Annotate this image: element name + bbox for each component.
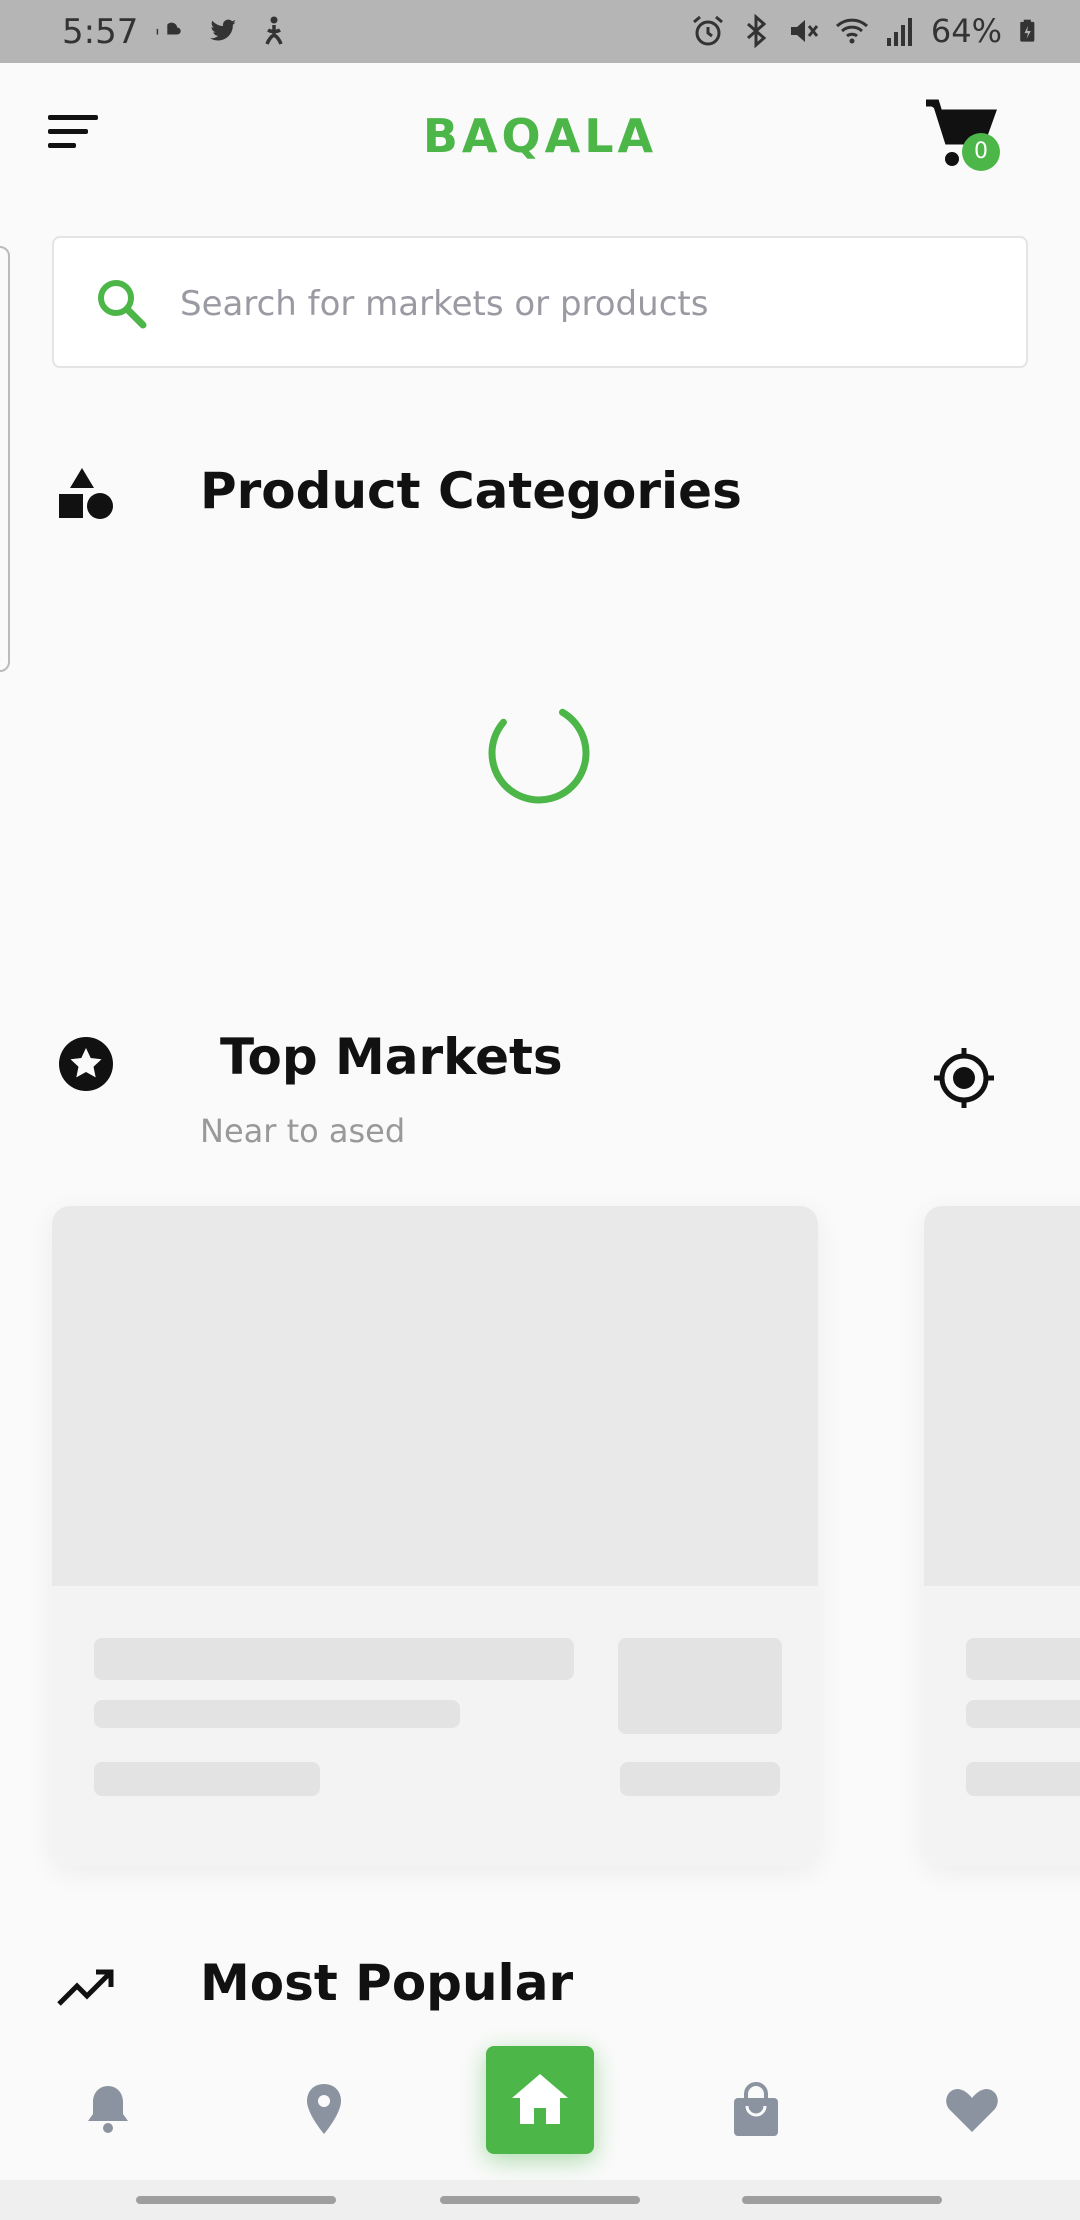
- skeleton-line: [620, 1762, 780, 1796]
- location-pin-icon[interactable]: [294, 2080, 354, 2140]
- market-card-placeholder[interactable]: [52, 1206, 818, 1866]
- app-bar: BAQALA 0: [0, 63, 1080, 213]
- drawer-edge-tab[interactable]: [0, 246, 10, 672]
- cart-count-badge: 0: [962, 133, 1000, 171]
- notifications-icon[interactable]: [78, 2080, 138, 2140]
- search-input[interactable]: [180, 272, 1000, 336]
- skeleton-line: [94, 1638, 574, 1680]
- skeleton-line: [94, 1700, 460, 1728]
- shapes-icon: [59, 468, 113, 519]
- gesture-handle-right[interactable]: [742, 2196, 942, 2204]
- gesture-handle-center[interactable]: [440, 2196, 640, 2204]
- accessibility-icon: [265, 16, 283, 45]
- bottom-navigation: [0, 2030, 1080, 2180]
- app-title: BAQALA: [422, 109, 658, 163]
- home-button[interactable]: [486, 2046, 594, 2154]
- alarm-icon: [692, 15, 723, 46]
- home-icon: [512, 2074, 568, 2124]
- wifi-icon: [835, 18, 868, 44]
- skeleton-line: [966, 1700, 1080, 1728]
- search-box[interactable]: [52, 236, 1028, 368]
- skeleton-line: [966, 1638, 1080, 1680]
- loading-spinner: [488, 702, 590, 804]
- crosshair-icon: [934, 1048, 994, 1108]
- skeleton-line: [966, 1762, 1080, 1796]
- market-image-placeholder: [52, 1206, 818, 1586]
- skeleton-line: [94, 1762, 320, 1796]
- product-categories-title: Product Categories: [200, 462, 742, 520]
- skeleton-box: [618, 1638, 782, 1734]
- market-card-placeholder[interactable]: [924, 1206, 1080, 1866]
- mute-icon: [790, 20, 819, 42]
- trending-up-icon: [57, 1969, 114, 2006]
- status-time: 5:57: [62, 12, 139, 52]
- most-popular-title: Most Popular: [200, 1954, 574, 2012]
- heart-icon[interactable]: [942, 2080, 1002, 2140]
- bluetooth-icon: [746, 14, 767, 48]
- shopping-bag-icon[interactable]: [726, 2080, 786, 2140]
- battery-percent: 64%: [930, 12, 1002, 50]
- market-image-placeholder: [924, 1206, 1080, 1586]
- twitter-icon: [210, 19, 236, 41]
- status-bar: 5:57 64%: [0, 0, 1080, 63]
- top-markets-subtitle: Near to ased: [200, 1112, 406, 1150]
- locate-button[interactable]: [932, 1046, 996, 1110]
- signal-icon: [886, 18, 912, 46]
- star-circle-icon: [59, 1037, 113, 1091]
- soundcloud-icon: [156, 22, 181, 35]
- battery-icon: [1020, 19, 1035, 42]
- top-markets-title: Top Markets: [220, 1028, 563, 1086]
- search-icon: [98, 280, 147, 329]
- cart-button[interactable]: 0: [924, 99, 1004, 175]
- gesture-handle-left[interactable]: [136, 2196, 336, 2204]
